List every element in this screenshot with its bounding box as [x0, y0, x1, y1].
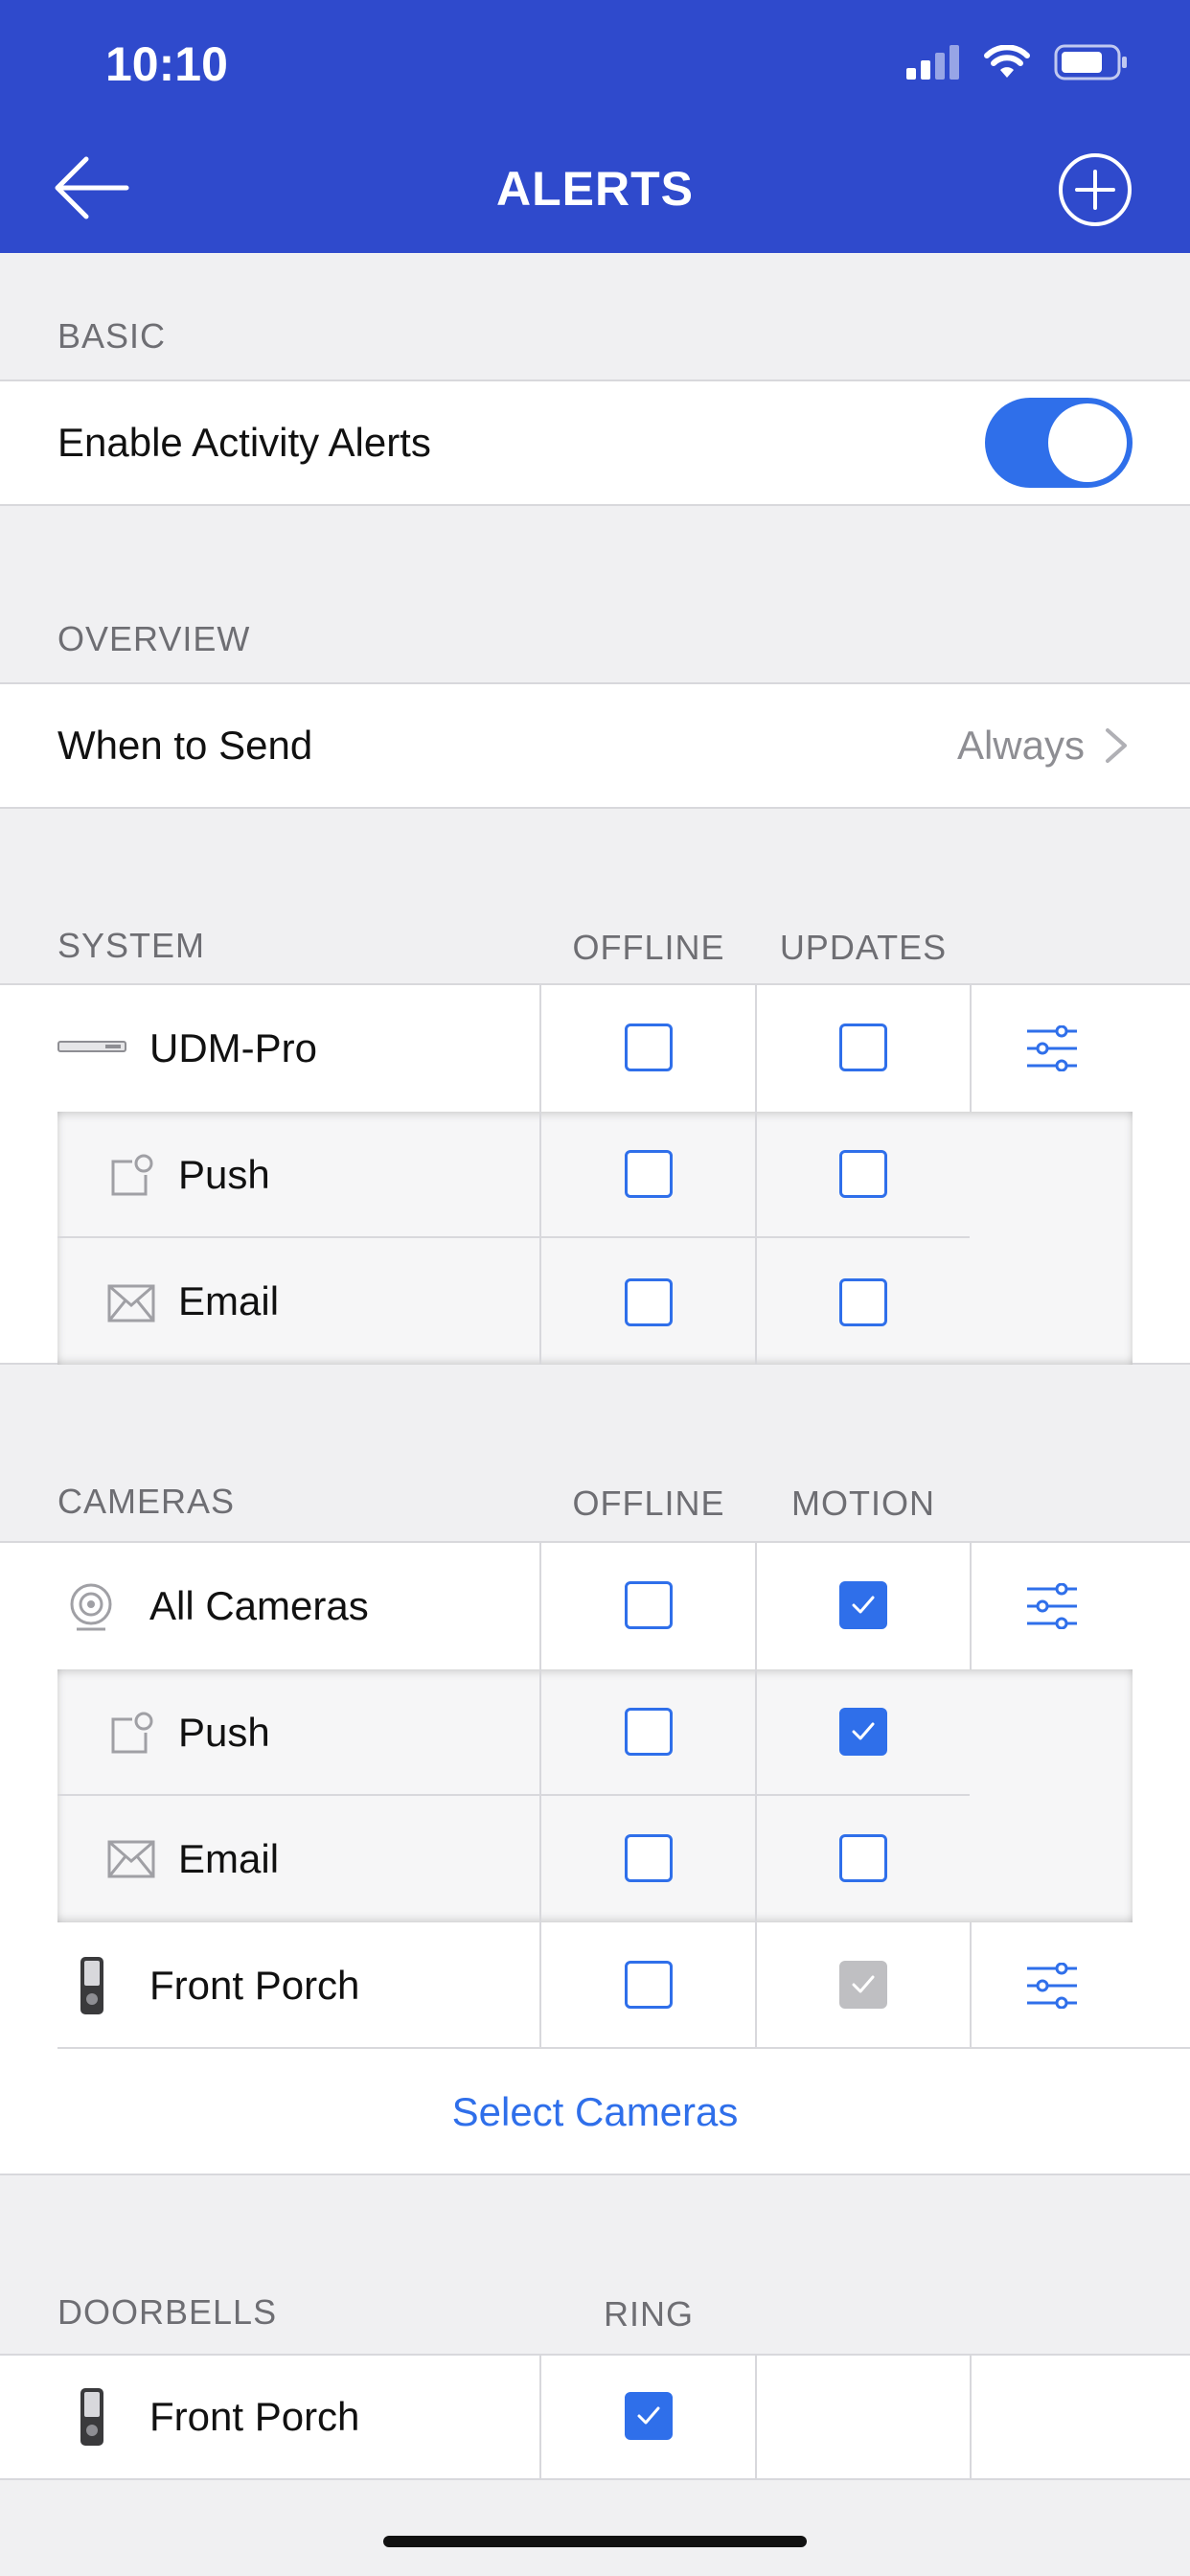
checkmark-icon: [852, 1596, 875, 1614]
checkmark-icon: [637, 2406, 660, 2425]
battery-icon: [1054, 44, 1127, 80]
divider: [539, 2354, 541, 2480]
push-notification-icon: [111, 1712, 153, 1754]
column-label-offline: OFFLINE: [572, 1484, 725, 1523]
cellular-signal-icon: [906, 45, 959, 80]
front-porch-ring-checkbox[interactable]: [625, 2392, 673, 2440]
select-cameras-link[interactable]: Select Cameras: [0, 2089, 1190, 2135]
divider: [970, 983, 972, 1112]
push-notification-icon: [111, 1154, 153, 1196]
section-label-basic: BASIC: [57, 316, 167, 356]
cameras-push-offline-checkbox[interactable]: [625, 1708, 673, 1756]
front-porch-doorbell-label: Front Porch: [149, 2394, 360, 2439]
section-label-overview: OVERVIEW: [57, 619, 251, 658]
chevron-right-icon: [1106, 728, 1127, 763]
camera-icon: [70, 1583, 112, 1631]
add-alert-button[interactable]: [1058, 152, 1133, 227]
divider: [539, 1541, 541, 2049]
checkmark-icon: [852, 1975, 875, 1993]
column-label-offline: OFFLINE: [572, 928, 725, 967]
cameras-email-motion-checkbox[interactable]: [839, 1834, 887, 1882]
home-indicator: [383, 2536, 807, 2547]
column-label-ring: RING: [604, 2294, 694, 2334]
divider: [970, 1922, 972, 2049]
cameras-push-motion-checkbox[interactable]: [839, 1708, 887, 1756]
divider: [970, 1541, 972, 1669]
email-envelope-icon: [107, 1284, 155, 1322]
system-push-updates-checkbox[interactable]: [839, 1150, 887, 1198]
divider: [755, 2354, 757, 2480]
system-email-offline-checkbox[interactable]: [625, 1278, 673, 1326]
wifi-icon: [984, 45, 1030, 78]
status-icons: [906, 44, 1129, 80]
section-label-cameras: CAMERAS: [57, 1482, 236, 1521]
cameras-email-offline-checkbox[interactable]: [625, 1834, 673, 1882]
checkmark-icon: [852, 1722, 875, 1740]
front-porch-motion-checkbox[interactable]: [839, 1961, 887, 2009]
all-cameras-motion-checkbox[interactable]: [839, 1581, 887, 1629]
udm-pro-updates-checkbox[interactable]: [839, 1024, 887, 1071]
cameras-subpanel: [57, 1669, 1133, 1922]
divider: [539, 983, 541, 1365]
divider: [57, 1236, 970, 1238]
toggle-knob: [1048, 403, 1127, 482]
column-label-motion: MOTION: [791, 1484, 935, 1523]
when-to-send-value: Always: [956, 723, 1085, 768]
plus-circle-icon: [1059, 153, 1132, 226]
system-email-updates-checkbox[interactable]: [839, 1278, 887, 1326]
udm-pro-device-icon: [57, 1041, 126, 1052]
system-push-label: Push: [178, 1152, 270, 1197]
sliders-settings-icon[interactable]: [1025, 1583, 1079, 1629]
section-label-system: SYSTEM: [57, 926, 206, 965]
front-porch-offline-checkbox[interactable]: [625, 1961, 673, 2009]
divider: [755, 1541, 757, 2049]
divider: [57, 2047, 1190, 2049]
enable-alerts-label: Enable Activity Alerts: [57, 420, 431, 465]
cameras-push-label: Push: [178, 1710, 270, 1755]
sliders-settings-icon[interactable]: [1025, 1963, 1079, 2009]
status-time: 10:10: [105, 37, 228, 91]
enable-alerts-toggle[interactable]: [985, 398, 1133, 488]
doorbell-camera-icon: [80, 1957, 103, 2014]
column-label-updates: UPDATES: [779, 928, 948, 967]
divider: [970, 2354, 972, 2480]
udm-pro-label: UDM-Pro: [149, 1025, 317, 1070]
page-title: ALERTS: [496, 162, 694, 216]
system-push-offline-checkbox[interactable]: [625, 1150, 673, 1198]
divider: [755, 983, 757, 1365]
all-cameras-offline-checkbox[interactable]: [625, 1581, 673, 1629]
front-porch-camera-label: Front Porch: [149, 1963, 360, 2008]
section-label-doorbells: DOORBELLS: [57, 2292, 278, 2332]
sliders-settings-icon[interactable]: [1025, 1025, 1079, 1071]
doorbell-camera-icon: [80, 2388, 103, 2446]
cameras-email-label: Email: [178, 1836, 280, 1881]
all-cameras-label: All Cameras: [149, 1583, 369, 1628]
when-to-send-label: When to Send: [57, 723, 313, 768]
system-email-label: Email: [178, 1278, 280, 1323]
email-envelope-icon: [107, 1840, 155, 1878]
udm-pro-offline-checkbox[interactable]: [625, 1024, 673, 1071]
divider: [57, 1794, 970, 1796]
system-subpanel: [57, 1112, 1133, 1365]
